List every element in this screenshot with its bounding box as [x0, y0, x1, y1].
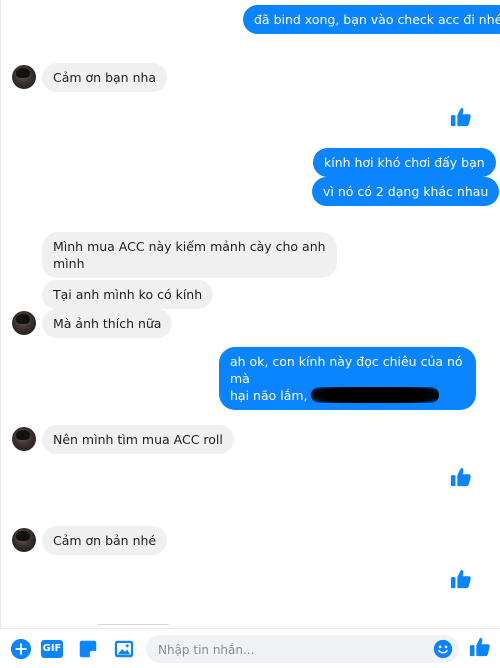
- message-text: Mà ảnh thích nữa: [53, 316, 162, 331]
- sticker-icon[interactable]: [77, 638, 99, 660]
- message-incoming[interactable]: Mình mua ACC này kiếm mảnh cày cho anh m…: [42, 232, 337, 278]
- divider: [97, 624, 169, 625]
- message-thread: đã bind xong, bạn vào check acc đi nhé C…: [0, 0, 500, 628]
- thumbs-up-icon[interactable]: [450, 568, 472, 590]
- message-text: hại não lắm, b: [230, 388, 320, 403]
- thumbs-up-icon[interactable]: [450, 106, 472, 128]
- message-input[interactable]: [156, 640, 430, 660]
- message-text: vì nó có 2 dạng khác nhau: [323, 184, 489, 199]
- message-text: mình: [53, 256, 85, 271]
- message-outgoing[interactable]: đã bind xong, bạn vào check acc đi nhé: [243, 5, 500, 34]
- composer-bar: GIF: [0, 628, 500, 668]
- avatar[interactable]: [12, 311, 36, 335]
- message-text: Cảm ơn bản nhé: [53, 533, 157, 548]
- message-text: Mình mua ACC này kiếm mảnh cày cho anh: [53, 239, 326, 254]
- message-text: ah ok, con kính này đọc chiêu của nó mà: [230, 354, 463, 386]
- image-icon[interactable]: [113, 638, 135, 660]
- message-input-box[interactable]: [146, 635, 459, 663]
- message-text: Tại anh mình ko có kính: [53, 287, 203, 302]
- message-incoming[interactable]: Mà ảnh thích nữa: [42, 309, 173, 338]
- emoji-icon[interactable]: [433, 639, 453, 659]
- avatar[interactable]: [12, 528, 36, 552]
- message-incoming[interactable]: Tại anh mình ko có kính: [42, 280, 214, 309]
- gif-label: GIF: [42, 643, 62, 654]
- message-text: kính hơi khó chơi đấy bạn: [324, 155, 485, 170]
- gif-icon[interactable]: GIF: [41, 640, 63, 658]
- message-incoming[interactable]: Nên mình tìm mua ACC roll: [42, 425, 234, 454]
- message-text: đã bind xong, bạn vào check acc đi nhé: [254, 12, 500, 27]
- avatar[interactable]: [12, 65, 36, 89]
- thumbs-up-icon[interactable]: [469, 636, 491, 658]
- redaction-blur: [311, 387, 440, 403]
- plus-icon[interactable]: [10, 638, 32, 660]
- avatar[interactable]: [12, 427, 36, 451]
- message-incoming[interactable]: Cảm ơn bạn nha: [42, 63, 168, 92]
- thumbs-up-icon[interactable]: [450, 466, 472, 488]
- message-text: Nên mình tìm mua ACC roll: [53, 432, 223, 447]
- message-outgoing[interactable]: kính hơi khó chơi đấy bạn: [313, 148, 496, 177]
- message-outgoing[interactable]: ah ok, con kính này đọc chiêu của nó mà …: [219, 347, 476, 410]
- message-incoming[interactable]: Cảm ơn bản nhé: [42, 526, 168, 555]
- message-text: Cảm ơn bạn nha: [53, 70, 157, 85]
- message-outgoing[interactable]: vì nó có 2 dạng khác nhau: [312, 177, 500, 206]
